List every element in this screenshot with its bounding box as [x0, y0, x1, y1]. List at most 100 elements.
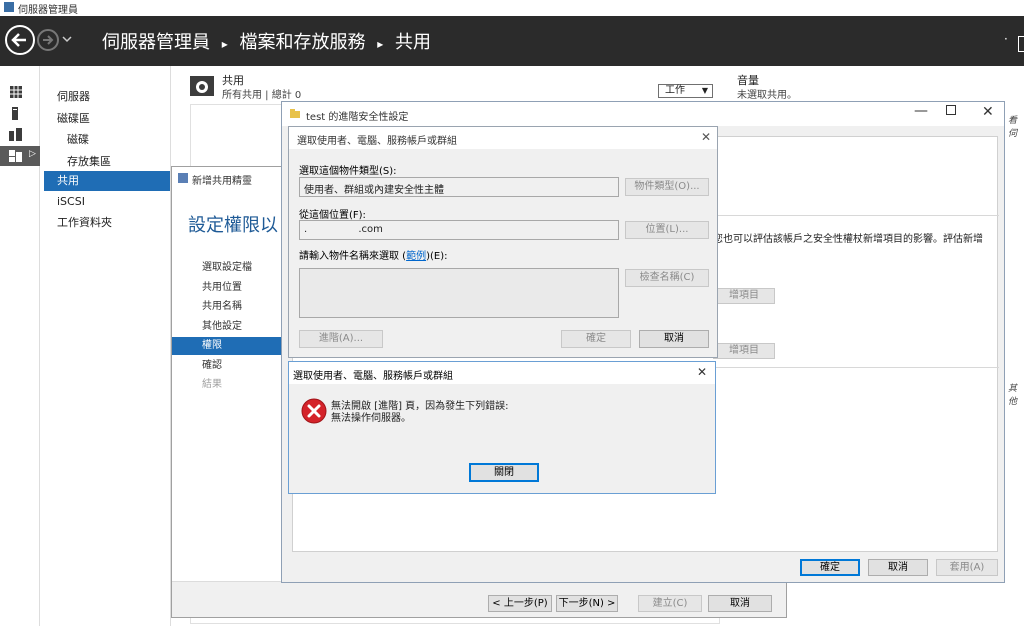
- sidebar-item[interactable]: iSCSI: [44, 192, 170, 212]
- sidebar-item[interactable]: 共用: [44, 171, 170, 191]
- share-folder-icon: [190, 76, 214, 96]
- wizard-heading: 設定權限以: [188, 215, 278, 236]
- arrow-right-icon: [43, 35, 54, 45]
- all-servers-icon[interactable]: [9, 128, 22, 141]
- wizard-step[interactable]: 選取設定檔: [172, 259, 282, 277]
- error-message-line2: 無法操作伺服器。: [331, 413, 411, 424]
- sidebar-item-label: 磁碟: [67, 133, 89, 146]
- file-storage-rail-item[interactable]: ▷: [0, 146, 40, 166]
- wizard-step: 結果: [202, 379, 222, 390]
- location-label: 從這個位置(F):: [299, 210, 366, 221]
- maximize-icon[interactable]: [946, 105, 956, 115]
- arrow-left-icon: [11, 33, 26, 47]
- locations-button[interactable]: 位置(L)...: [625, 221, 709, 239]
- error-dialog-close-icon[interactable]: ✕: [697, 365, 707, 379]
- forward-button[interactable]: [37, 29, 59, 51]
- error-close-button[interactable]: 關閉: [469, 463, 539, 482]
- check-names-button[interactable]: 檢查名稱(C): [625, 269, 709, 287]
- security-title: test 的進階安全性設定: [306, 112, 409, 123]
- error-dialog-title: 選取使用者、電腦、服務帳戶或群組: [293, 371, 453, 382]
- breadcrumb-separator: ▸: [377, 37, 384, 51]
- create-button[interactable]: 建立(C): [638, 595, 702, 612]
- select-dialog-close-icon[interactable]: ✕: [701, 130, 711, 144]
- local-server-icon[interactable]: [12, 107, 18, 120]
- select-dialog-titlebar: 選取使用者、電腦、服務帳戶或群組 ✕: [289, 127, 717, 149]
- wizard-icon: [178, 173, 188, 183]
- object-type-field: 使用者、群組或內建安全性主體: [299, 177, 619, 197]
- location-prefix: .: [304, 224, 308, 235]
- header-bar: 伺服器管理員 ▸ 檔案和存放服務 ▸ 共用 ·: [0, 16, 1024, 66]
- location-suffix: .com: [358, 224, 383, 235]
- wizard-cancel-button[interactable]: 取消: [708, 595, 772, 612]
- advanced-button[interactable]: 進階(A)...: [299, 330, 383, 348]
- select-dialog-title: 選取使用者、電腦、服務帳戶或群組: [297, 136, 457, 147]
- security-description: 您也可以評估該帳戶之安全性權杖新增項目的影響。評估新增: [713, 234, 983, 245]
- sidebar-item-label: 存放集區: [67, 155, 111, 168]
- history-dropdown-icon[interactable]: [62, 36, 72, 44]
- refresh-icon[interactable]: ·: [1004, 32, 1008, 46]
- error-dialog: 選取使用者、電腦、服務帳戶或群組 ✕ 無法開啟 [進階] 頁，因為發生下列錯誤:…: [288, 361, 716, 494]
- minimize-icon[interactable]: —: [914, 103, 928, 119]
- shares-tile-header: 共用 所有共用 | 總計 0: [190, 72, 720, 102]
- close-icon[interactable]: ✕: [982, 104, 994, 120]
- expand-icon: ▷: [29, 149, 36, 159]
- right-edge-text-1: 看伺: [1008, 116, 1018, 139]
- sidebar-item[interactable]: 存放集區: [44, 152, 170, 172]
- select-cancel-button[interactable]: 取消: [639, 330, 709, 348]
- enter-names-suffix: )(E):: [426, 251, 448, 262]
- examples-link[interactable]: 範例: [406, 251, 426, 262]
- wizard-step[interactable]: 權限: [172, 337, 282, 355]
- security-titlebar: test 的進階安全性設定 — ✕: [282, 102, 1004, 126]
- sidebar-item-label: iSCSI: [57, 195, 85, 208]
- volume-subtitle: 未選取共用。: [737, 90, 797, 101]
- select-users-dialog: 選取使用者、電腦、服務帳戶或群組 ✕ 選取這個物件類型(S): 使用者、群組或內…: [288, 126, 718, 358]
- breadcrumb: 伺服器管理員 ▸ 檔案和存放服務 ▸ 共用: [102, 28, 431, 54]
- sidebar-item[interactable]: 磁碟區: [44, 109, 170, 129]
- window-titlebar: 伺服器管理員: [0, 0, 1024, 16]
- app-icon: [4, 2, 14, 12]
- select-ok-button[interactable]: 確定: [561, 330, 631, 348]
- tasks-label: 工作: [665, 85, 685, 96]
- object-type-label: 選取這個物件類型(S):: [299, 166, 397, 177]
- wizard-footer: < 上一步(P) 下一步(N) > 建立(C) 取消: [172, 581, 786, 617]
- security-ok-button[interactable]: 確定: [800, 559, 860, 576]
- icon-rail: ▷: [0, 66, 40, 626]
- error-icon: [301, 398, 327, 424]
- sidebar-item[interactable]: 磁碟: [44, 130, 170, 150]
- right-edge-text-2: 其他: [1008, 384, 1018, 407]
- breadcrumb-item[interactable]: 共用: [395, 32, 431, 53]
- security-cancel-button[interactable]: 取消: [868, 559, 928, 576]
- file-storage-icon: [9, 150, 22, 162]
- wizard-step: 確認: [202, 360, 222, 371]
- add-item-button-2[interactable]: 增項目: [713, 343, 775, 359]
- breadcrumb-item[interactable]: 檔案和存放服務: [240, 32, 366, 53]
- dashboard-icon[interactable]: [10, 86, 22, 98]
- tasks-dropdown[interactable]: 工作 ▼: [658, 84, 713, 98]
- object-names-textarea[interactable]: [299, 268, 619, 318]
- security-apply-button[interactable]: 套用(A): [936, 559, 998, 576]
- enter-names-label: 請輸入物件名稱來選取 (範例)(E):: [299, 247, 448, 262]
- prev-button[interactable]: < 上一步(P): [488, 595, 552, 612]
- object-types-button[interactable]: 物件類型(O)...: [625, 178, 709, 196]
- wizard-step[interactable]: 共用名稱: [172, 298, 282, 316]
- shares-subtitle: 所有共用 | 總計 0: [222, 90, 302, 101]
- wizard-title: 新增共用精靈: [192, 176, 252, 187]
- location-field: . .com: [299, 220, 619, 240]
- sidebar-item-label: 工作資料夾: [57, 216, 112, 229]
- next-button[interactable]: 下一步(N) >: [556, 595, 618, 612]
- enter-names-prefix: 請輸入物件名稱來選取 (: [299, 251, 407, 262]
- sidebar: 伺服器磁碟區磁碟存放集區共用 iSCSI 工作資料夾: [41, 66, 171, 626]
- header-scroll-edge: [1018, 36, 1024, 52]
- breadcrumb-separator: ▸: [221, 37, 228, 51]
- breadcrumb-item[interactable]: 伺服器管理員: [102, 32, 210, 53]
- sidebar-item-label: 伺服器: [57, 90, 90, 103]
- folder-icon: [290, 109, 300, 118]
- sidebar-item-label: 磁碟區: [57, 112, 90, 125]
- back-button[interactable]: [5, 25, 35, 55]
- sidebar-item[interactable]: 工作資料夾: [44, 213, 170, 233]
- sidebar-item[interactable]: 伺服器: [44, 87, 170, 107]
- add-item-button[interactable]: 增項目: [713, 288, 775, 304]
- error-dialog-titlebar: 選取使用者、電腦、服務帳戶或群組 ✕: [289, 362, 715, 384]
- wizard-step[interactable]: 共用位置: [172, 279, 282, 297]
- wizard-step[interactable]: 其他設定: [172, 318, 282, 336]
